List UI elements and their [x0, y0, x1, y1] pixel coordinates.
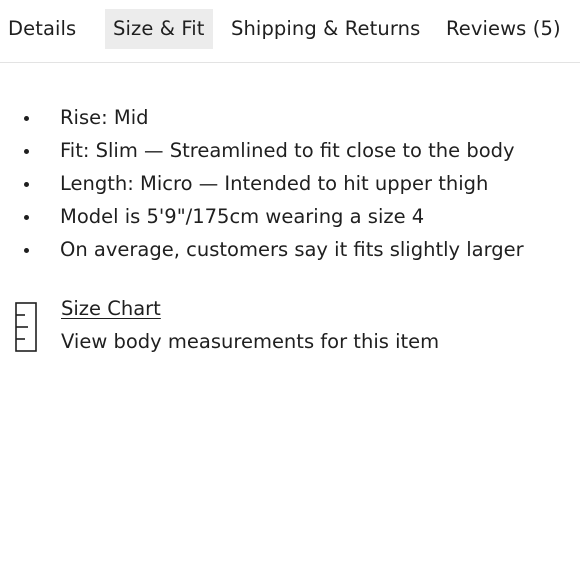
- fit-detail-text: Rise: Mid: [60, 106, 149, 129]
- bullet-icon: [24, 182, 29, 187]
- fit-detail-text: Model is 5'9"/175cm wearing a size 4: [60, 205, 425, 228]
- list-item: Model is 5'9"/175cm wearing a size 4: [0, 200, 580, 233]
- tab-shipping-returns[interactable]: Shipping & Returns: [231, 9, 420, 49]
- tab-reviews[interactable]: Reviews (5): [446, 9, 561, 49]
- bullet-icon: [24, 116, 29, 121]
- size-chart-description: View body measurements for this item: [61, 330, 440, 353]
- tab-bar: Details Size & Fit Shipping & Returns Re…: [0, 0, 580, 63]
- list-item: On average, customers say it fits slight…: [0, 233, 580, 266]
- list-item: Length: Micro — Intended to hit upper th…: [0, 167, 580, 200]
- bullet-icon: [24, 149, 29, 154]
- tab-details[interactable]: Details: [8, 9, 76, 49]
- fit-details-list: Rise: Mid Fit: Slim — Streamlined to fit…: [0, 101, 580, 266]
- bullet-icon: [24, 215, 29, 220]
- list-item: Rise: Mid: [0, 101, 580, 134]
- size-chart-link[interactable]: Size Chart: [61, 292, 161, 325]
- bullet-icon: [24, 248, 29, 253]
- fit-detail-text: Length: Micro — Intended to hit upper th…: [60, 172, 489, 195]
- size-chart-section: Size Chart View body measurements for th…: [0, 292, 580, 362]
- tab-size-fit[interactable]: Size & Fit: [105, 9, 213, 49]
- fit-detail-text: On average, customers say it fits slight…: [60, 238, 524, 261]
- ruler-icon: [15, 302, 37, 352]
- fit-detail-text: Fit: Slim — Streamlined to fit close to …: [60, 139, 515, 162]
- list-item: Fit: Slim — Streamlined to fit close to …: [0, 134, 580, 167]
